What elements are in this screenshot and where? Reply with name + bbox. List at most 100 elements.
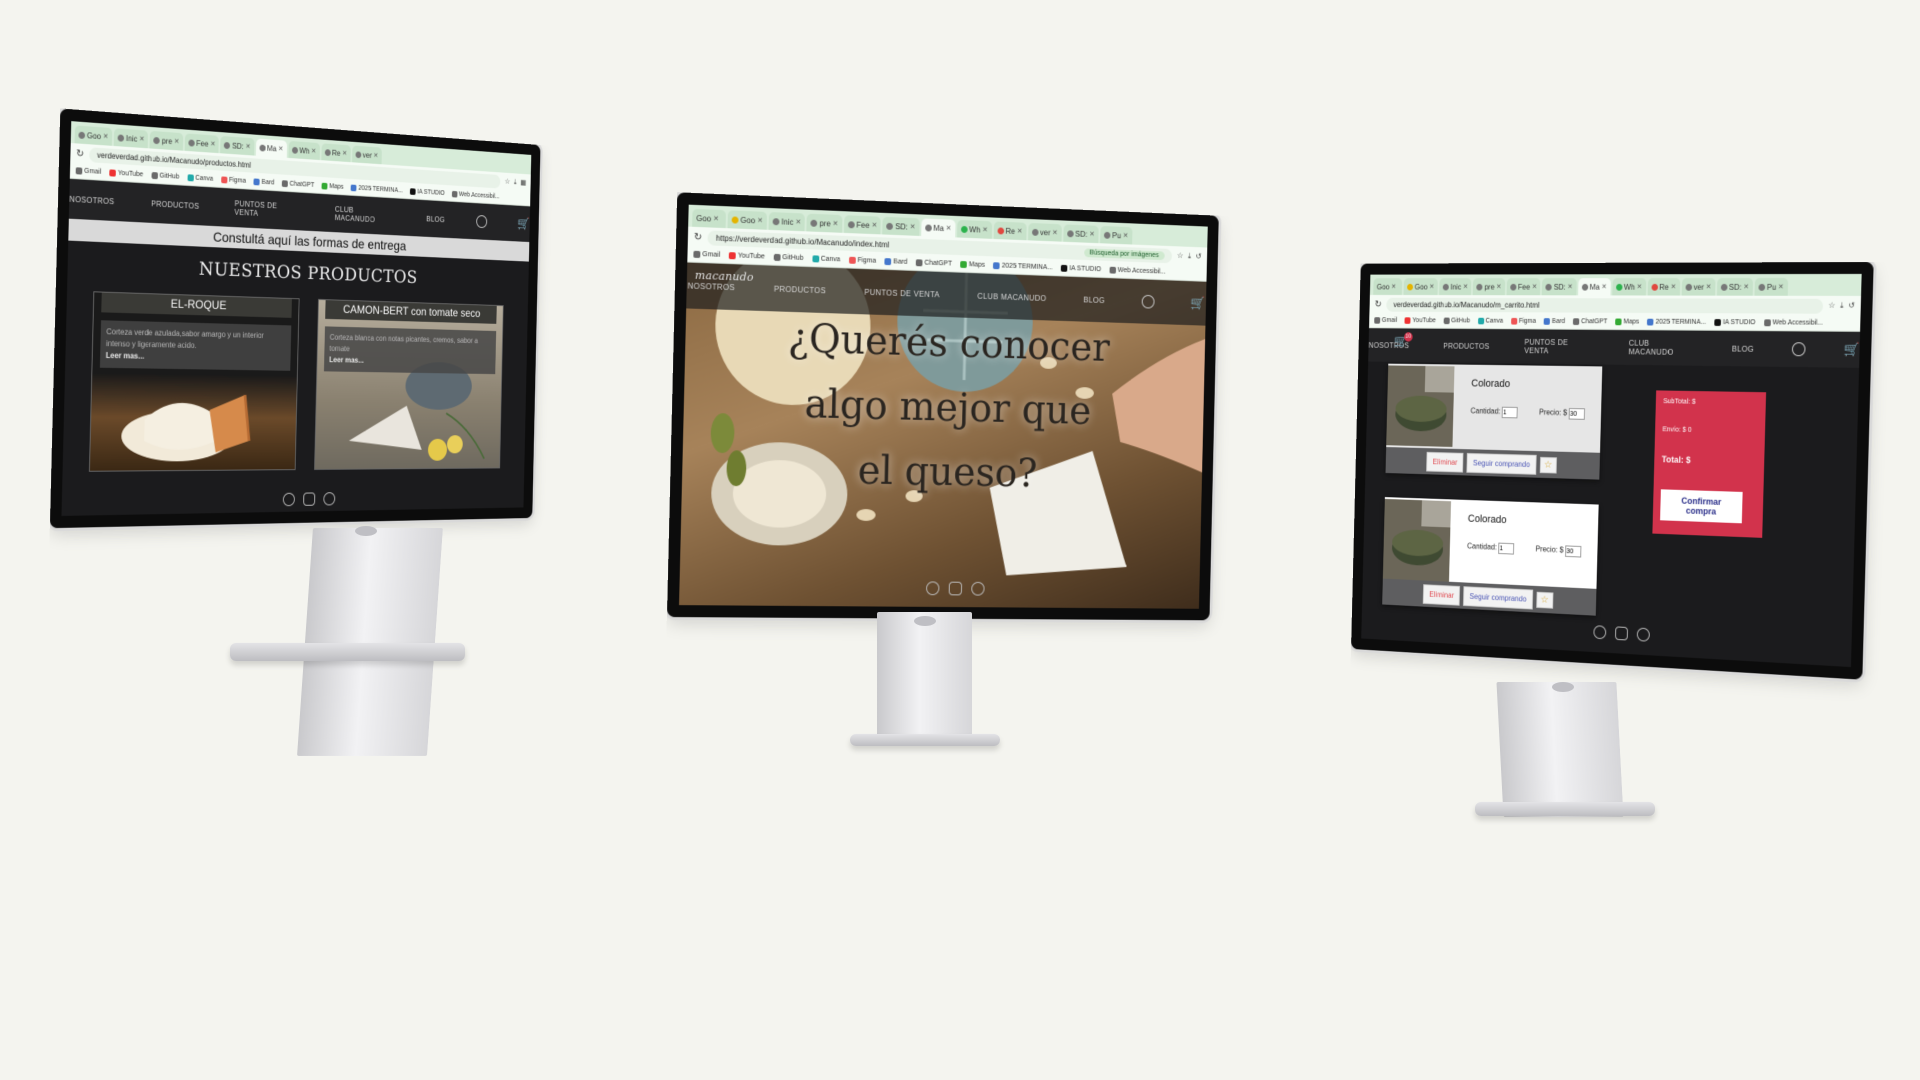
user-icon[interactable]: [1141, 294, 1155, 309]
browser-tab[interactable]: Wh ✕: [1611, 278, 1646, 296]
favorite-star-icon[interactable]: ☆: [1535, 591, 1554, 609]
browser-tab[interactable]: Pu ✕: [1754, 277, 1788, 296]
bookmark-item[interactable]: Bard: [1543, 318, 1565, 325]
nav-nosotros[interactable]: NOSOTROS: [1369, 341, 1410, 350]
address-bar[interactable]: verdeverdad.github.io/Macanudo/productos…: [89, 146, 501, 189]
whatsapp-icon[interactable]: [1593, 625, 1607, 640]
close-icon[interactable]: ✕: [910, 223, 916, 231]
close-icon[interactable]: ✕: [757, 216, 763, 224]
bookmark-item[interactable]: Maps: [1615, 318, 1639, 325]
browser-tab[interactable]: SD: ✕: [220, 135, 255, 156]
close-icon[interactable]: ✕: [278, 145, 283, 153]
close-icon[interactable]: ✕: [1123, 232, 1129, 240]
browser-tab-active[interactable]: Ma ✕: [920, 218, 956, 238]
cart-icon[interactable]: 🛒: [1843, 342, 1859, 358]
price-input[interactable]: [1568, 408, 1586, 420]
close-icon[interactable]: ✕: [245, 143, 250, 150]
close-icon[interactable]: ✕: [713, 215, 719, 223]
favorite-star-icon[interactable]: ☆: [1539, 456, 1557, 474]
facebook-icon[interactable]: [323, 492, 336, 506]
bookmark-item[interactable]: 2025 TERMINA...: [993, 262, 1053, 271]
close-icon[interactable]: ✕: [1778, 283, 1784, 291]
delivery-banner[interactable]: Constultá aquí las formas de entrega: [68, 218, 530, 262]
browser-tab[interactable]: SD: ✕: [1062, 224, 1099, 244]
close-icon[interactable]: ✕: [1706, 283, 1712, 291]
browser-tab[interactable]: Goo ✕: [727, 210, 768, 230]
bookmark-item[interactable]: ChatGPT: [915, 259, 952, 267]
close-icon[interactable]: ✕: [832, 220, 838, 228]
reload-icon[interactable]: ↻: [76, 148, 84, 159]
close-icon[interactable]: ✕: [1463, 283, 1468, 291]
close-icon[interactable]: ✕: [342, 149, 347, 157]
download-icon[interactable]: ⤓: [514, 178, 517, 187]
close-icon[interactable]: ✕: [311, 147, 316, 155]
browser-tab-active[interactable]: Ma ✕: [255, 138, 287, 158]
star-icon[interactable]: ☆: [505, 177, 511, 186]
bookmark-item[interactable]: Maps: [960, 260, 985, 269]
nav-club-macanudo[interactable]: CLUB MACANUDO: [977, 291, 1046, 302]
close-icon[interactable]: ✕: [1496, 283, 1501, 291]
browser-tab[interactable]: Re ✕: [320, 143, 351, 163]
whatsapp-icon[interactable]: [282, 492, 296, 507]
close-icon[interactable]: ✕: [373, 152, 378, 160]
bookmark-item[interactable]: GitHub: [1443, 317, 1470, 324]
close-icon[interactable]: ✕: [946, 224, 952, 232]
close-icon[interactable]: ✕: [795, 218, 801, 226]
browser-tab[interactable]: Fee ✕: [1506, 278, 1541, 296]
browser-tab[interactable]: ver ✕: [351, 145, 382, 165]
close-icon[interactable]: ✕: [871, 221, 877, 229]
bookmark-item[interactable]: YouTube: [729, 252, 765, 260]
continue-shopping-button[interactable]: Seguir comprando: [1463, 585, 1533, 610]
bookmark-item[interactable]: Figma: [221, 176, 246, 185]
browser-tab[interactable]: Goo ✕: [692, 208, 726, 229]
browser-tab[interactable]: Wh ✕: [288, 140, 320, 161]
nav-club-macanudo[interactable]: CLUB MACANUDO: [335, 205, 395, 225]
nav-blog[interactable]: BLOG: [426, 214, 445, 223]
bookmark-item[interactable]: Canva: [1477, 317, 1503, 325]
download-icon[interactable]: ⤓: [1188, 252, 1191, 262]
close-icon[interactable]: ✕: [1532, 283, 1537, 291]
history-icon[interactable]: ↺: [1848, 301, 1855, 311]
browser-tab[interactable]: SD: ✕: [882, 216, 920, 236]
image-search-button[interactable]: Búsqueda por imágenes: [1083, 247, 1165, 260]
history-icon[interactable]: ↺: [1196, 252, 1202, 262]
quantity-input[interactable]: [1502, 406, 1519, 419]
continue-shopping-button[interactable]: Seguir comprando: [1466, 452, 1537, 475]
close-icon[interactable]: ✕: [1089, 230, 1095, 238]
browser-tab[interactable]: pre ✕: [1472, 278, 1506, 296]
star-icon[interactable]: ☆: [1177, 251, 1184, 261]
close-icon[interactable]: ✕: [1743, 283, 1749, 291]
user-icon[interactable]: [1791, 342, 1806, 357]
bookmark-item[interactable]: Web Accessibil...: [1109, 266, 1166, 276]
cart-icon[interactable]: 🛒: [1190, 296, 1205, 312]
bookmark-item[interactable]: Canva: [187, 174, 213, 183]
cart-icon[interactable]: 🛒: [517, 216, 530, 231]
close-icon[interactable]: ✕: [103, 132, 109, 140]
close-icon[interactable]: ✕: [174, 137, 179, 145]
close-icon[interactable]: ✕: [139, 135, 145, 143]
facebook-icon[interactable]: [971, 581, 985, 596]
browser-tab[interactable]: Fee ✕: [184, 133, 220, 154]
bookmark-item[interactable]: Bard: [253, 178, 274, 186]
close-icon[interactable]: ✕: [210, 140, 215, 148]
bookmark-item[interactable]: Bard: [884, 258, 907, 266]
close-icon[interactable]: ✕: [1671, 283, 1677, 291]
extensions-icon[interactable]: ▦: [520, 178, 526, 187]
nav-puntos-de-venta[interactable]: PUNTOS DE VENTA: [234, 199, 301, 220]
browser-tab[interactable]: Goo ✕: [74, 125, 113, 146]
bookmark-item[interactable]: 2025 TERMINA...: [1647, 318, 1706, 326]
bookmark-item[interactable]: YouTube: [1404, 317, 1436, 324]
bookmark-item[interactable]: Canva: [812, 255, 840, 263]
bookmark-item[interactable]: ChatGPT: [281, 180, 314, 189]
bookmark-item[interactable]: 2025 TERMINA...: [350, 184, 403, 194]
price-input[interactable]: [1565, 545, 1582, 558]
bookmark-item[interactable]: IA STUDIO: [1060, 264, 1101, 273]
bookmark-item[interactable]: YouTube: [109, 169, 143, 178]
close-icon[interactable]: ✕: [1601, 283, 1606, 291]
browser-tab[interactable]: Goo ✕: [1403, 278, 1438, 296]
nav-blog[interactable]: BLOG: [1083, 295, 1105, 304]
cart-icon[interactable]: 🛒: [1394, 334, 1408, 349]
product-card[interactable]: CAMON-BERT con tomate seco Corteza blanc…: [314, 298, 504, 470]
confirm-purchase-button[interactable]: Confirmar compra: [1660, 489, 1743, 524]
bookmark-item[interactable]: GitHub: [773, 253, 803, 262]
